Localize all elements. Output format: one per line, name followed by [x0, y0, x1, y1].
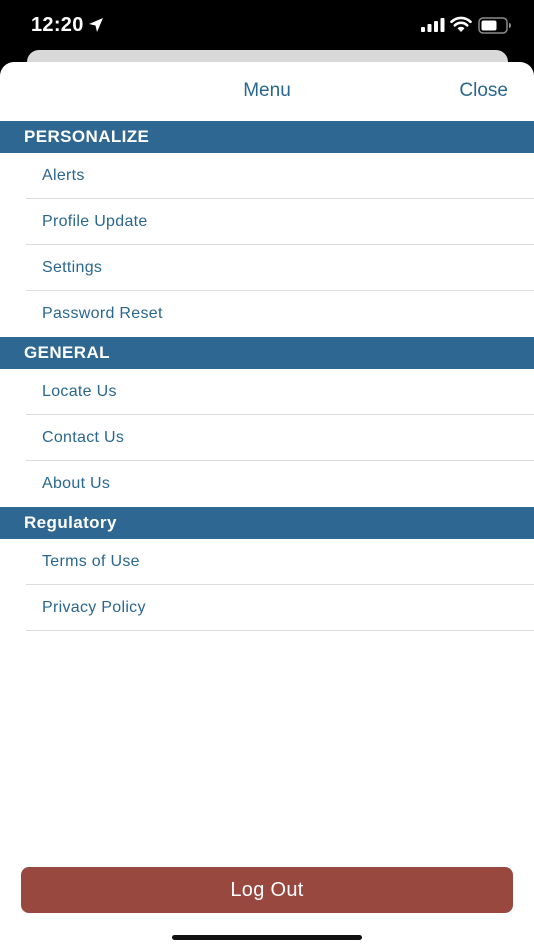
section-header-personalize: PERSONALIZE: [0, 121, 534, 153]
signal-icon: [421, 18, 445, 32]
menu-item-privacy-policy[interactable]: Privacy Policy: [26, 585, 534, 631]
menu-item-label: Profile Update: [42, 213, 148, 230]
menu-item-alerts[interactable]: Alerts: [26, 153, 534, 199]
menu-item-label: Contact Us: [42, 429, 125, 446]
menu-item-label: Alerts: [42, 167, 85, 184]
battery-icon: [478, 17, 511, 34]
menu-sheet: Menu Close PERSONALIZE Alerts Profile Up…: [0, 62, 534, 950]
menu-item-label: Settings: [42, 259, 103, 276]
wifi-icon: [450, 16, 472, 32]
section-header-regulatory: Regulatory: [0, 507, 534, 539]
status-time: 12:20: [31, 14, 84, 36]
location-arrow-icon: [89, 18, 103, 32]
menu-item-password-reset[interactable]: Password Reset: [26, 291, 534, 337]
logout-button[interactable]: Log Out: [21, 867, 513, 913]
menu-item-profile-update[interactable]: Profile Update: [26, 199, 534, 245]
menu-title: Menu: [243, 80, 291, 101]
menu-item-about-us[interactable]: About Us: [26, 461, 534, 507]
menu-item-contact-us[interactable]: Contact Us: [26, 415, 534, 461]
section-header-general: GENERAL: [0, 337, 534, 369]
menu-item-locate-us[interactable]: Locate Us: [26, 369, 534, 415]
menu-item-label: Password Reset: [42, 305, 163, 322]
menu-item-settings[interactable]: Settings: [26, 245, 534, 291]
menu-item-terms-of-use[interactable]: Terms of Use: [26, 539, 534, 585]
sheet-header: Menu Close: [0, 62, 534, 121]
menu-item-label: Privacy Policy: [42, 599, 146, 616]
menu-item-label: Terms of Use: [42, 553, 140, 570]
status-bar: 12:20: [0, 0, 534, 52]
home-indicator: [172, 935, 362, 940]
close-button[interactable]: Close: [459, 80, 508, 102]
menu-item-label: Locate Us: [42, 383, 117, 400]
menu-item-label: About Us: [42, 475, 111, 492]
